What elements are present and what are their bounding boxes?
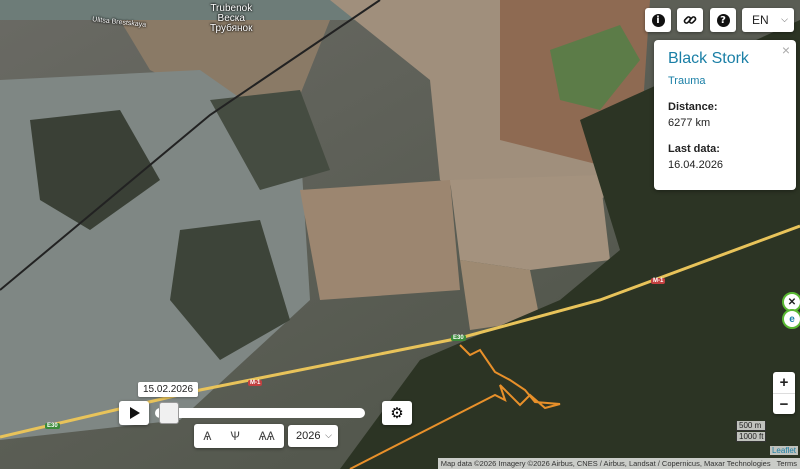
chevron-down-icon: ⌵ (325, 430, 332, 440)
scale-imperial: 1000 ft (736, 432, 767, 442)
chevron-down-icon: ⌵ (781, 14, 788, 24)
field-area (450, 175, 610, 270)
terms-link[interactable]: Terms (777, 459, 797, 468)
bird-icon-black[interactable]: Ѧ (203, 429, 211, 443)
distance-value: 6277 km (668, 117, 711, 129)
help-button[interactable]: ? (710, 8, 736, 32)
distance-label: Distance: (668, 101, 718, 113)
bird-icon-grey[interactable]: Ѱ (230, 429, 240, 443)
help-icon: ? (716, 13, 730, 27)
place-label: Trubenok Веска Трубянок (210, 3, 253, 34)
close-icon[interactable]: × (782, 42, 790, 58)
scale-metric: 500 m (736, 421, 767, 431)
play-button[interactable] (119, 401, 149, 425)
link-icon (683, 16, 697, 24)
play-icon (130, 407, 140, 419)
timeline-slider[interactable] (155, 408, 365, 418)
info-button[interactable]: i (645, 8, 671, 32)
language-value: EN (752, 13, 769, 27)
e-logo-icon[interactable]: e (782, 309, 800, 329)
zoom-control: + − (773, 372, 795, 414)
road-sign-m1: M-1 (248, 380, 263, 386)
bird-filter-bar: Ѧ Ѱ ѦѦ (194, 424, 284, 448)
last-data-value: 16.04.2026 (668, 159, 724, 171)
bird-info-panel: × Black Stork Trauma Distance: 6277 km L… (654, 40, 796, 190)
info-icon: i (651, 13, 665, 27)
bird-icon-pair[interactable]: ѦѦ (259, 429, 275, 443)
settings-button[interactable]: ⚙ (382, 401, 412, 425)
zoom-out-button[interactable]: − (773, 394, 795, 415)
timeline-slider-thumb[interactable] (158, 402, 179, 424)
zoom-in-button[interactable]: + (773, 372, 795, 394)
scale-bar: 500 m 1000 ft (736, 421, 767, 443)
attribution-text: Map data ©2026 Imagery ©2026 Airbus, CNE… (440, 459, 771, 468)
field-area (300, 180, 460, 300)
road-sign-e30: E30 (45, 423, 60, 429)
road-sign-m1: M-1 (651, 278, 666, 284)
gear-icon: ⚙ (390, 405, 404, 422)
attribution-bar: Map data ©2026 Imagery ©2026 Airbus, CNE… (437, 458, 800, 469)
link-button[interactable] (677, 8, 703, 32)
date-tooltip: 15.02.2026 (138, 382, 199, 397)
last-data-label: Last data: (668, 143, 720, 155)
bird-name[interactable]: Black Stork (668, 50, 782, 68)
year-value: 2026 (296, 430, 321, 442)
bird-cause-link[interactable]: Trauma (668, 75, 782, 87)
road-sign-e30: E30 (451, 335, 466, 341)
language-select[interactable]: EN ⌵ (742, 8, 794, 32)
leaflet-link[interactable]: Leaflet (769, 446, 798, 455)
year-select[interactable]: 2026 ⌵ (288, 425, 338, 447)
